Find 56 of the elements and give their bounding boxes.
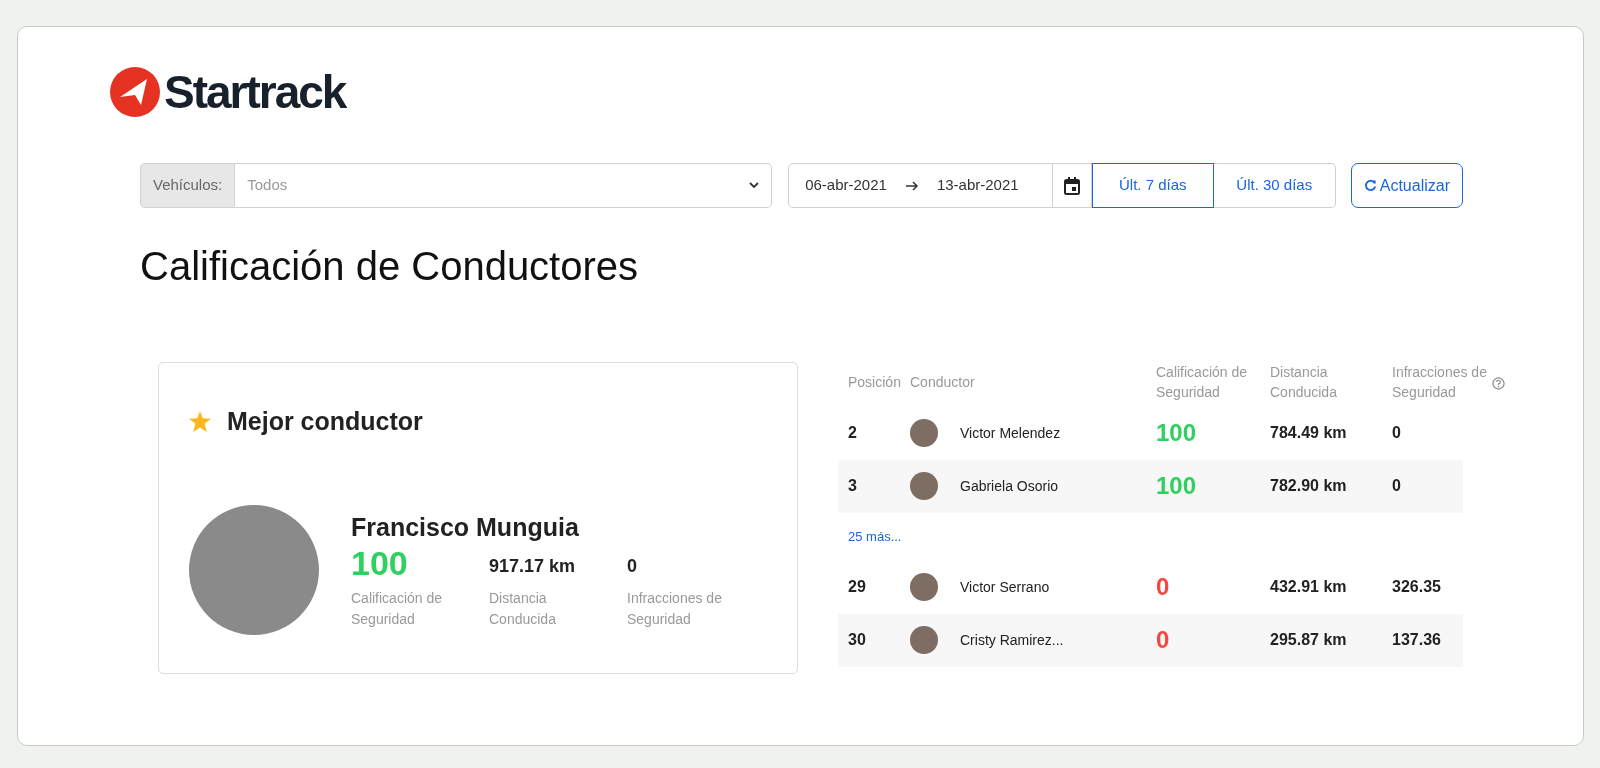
table-cell-text: Victor Serrano xyxy=(960,577,1051,597)
stat-value: 917.17 km xyxy=(489,555,577,579)
column-header: Distancia Conducida xyxy=(1270,363,1338,403)
brand-name: Startrack xyxy=(164,69,346,115)
range-preset-tab[interactable]: Últ. 30 días xyxy=(1213,163,1336,208)
table-cell-text: Cristy Ramirez... xyxy=(960,630,1065,650)
table-cell-text: 0 xyxy=(1156,625,1171,656)
refresh-icon xyxy=(1363,179,1377,192)
stat-label: Calificación de Seguridad xyxy=(351,589,444,630)
column-header: Posición xyxy=(847,373,902,393)
page-title: Calificación de Conductores xyxy=(140,243,640,290)
table-cell-text: 326.35 xyxy=(1392,577,1442,598)
table-cell-text: 0 xyxy=(1392,423,1402,444)
star-icon xyxy=(189,411,211,433)
table-cell-text: 0 xyxy=(1156,572,1171,603)
end-date: 13-abr-2021 xyxy=(936,175,1019,196)
avatar-placeholder xyxy=(910,419,938,448)
field-label: Vehículos: xyxy=(140,163,236,208)
table-cell-text: 295.87 km xyxy=(1270,630,1348,651)
calendar-icon xyxy=(1063,176,1080,195)
calendar-button[interactable] xyxy=(1052,163,1092,208)
driver-name: Francisco Munguia xyxy=(351,511,580,543)
table-cell-text: 137.36 xyxy=(1392,630,1442,651)
refresh-button[interactable]: Actualizar xyxy=(1350,163,1463,208)
table-cell-text: 782.90 km xyxy=(1270,476,1348,497)
avatar-placeholder xyxy=(910,626,938,655)
stat-value: 0 xyxy=(627,555,638,579)
table-cell-text: Gabriela Osorio xyxy=(960,476,1060,496)
column-header: Infracciones de Seguridad xyxy=(1392,363,1488,403)
table-cell-text: 784.49 km xyxy=(1270,423,1348,444)
range-preset-tab[interactable]: Últ. 7 días xyxy=(1091,163,1214,208)
date-range-field[interactable]: 06-abr-2021 13-abr-2021 xyxy=(788,163,1053,208)
chevron-down-icon[interactable] xyxy=(748,181,761,189)
stat-value: 100 xyxy=(351,546,409,581)
column-header: Calificación de Seguridad xyxy=(1156,363,1249,403)
table-cell-text: 30 xyxy=(847,630,867,651)
help-icon[interactable] xyxy=(1492,376,1505,390)
logo-icon xyxy=(110,67,160,117)
start-date: 06-abr-2021 xyxy=(805,175,887,196)
card-title: Mejor conductor xyxy=(227,406,423,437)
table-cell-text: 29 xyxy=(847,577,867,598)
vehicle-select[interactable]: Todos xyxy=(235,163,773,208)
avatar-placeholder xyxy=(910,472,938,501)
table-cell-text: 100 xyxy=(1156,418,1198,449)
table-cell-text: 100 xyxy=(1156,471,1198,502)
more-link[interactable]: 25 más... xyxy=(838,512,1463,561)
stat-label: Distancia Conducida xyxy=(489,589,557,630)
table-cell-text: 3 xyxy=(847,476,858,497)
avatar-placeholder xyxy=(910,573,938,602)
table-cell-text: 0 xyxy=(1392,476,1402,497)
arrow-right-icon xyxy=(904,179,919,192)
table-cell-text: 2 xyxy=(847,423,858,444)
column-header: Conductor xyxy=(910,373,976,393)
stat-label: Infracciones de Seguridad xyxy=(627,589,723,630)
table-cell-text: 432.91 km xyxy=(1270,577,1348,598)
table-cell-text: Victor Melendez xyxy=(960,423,1062,443)
